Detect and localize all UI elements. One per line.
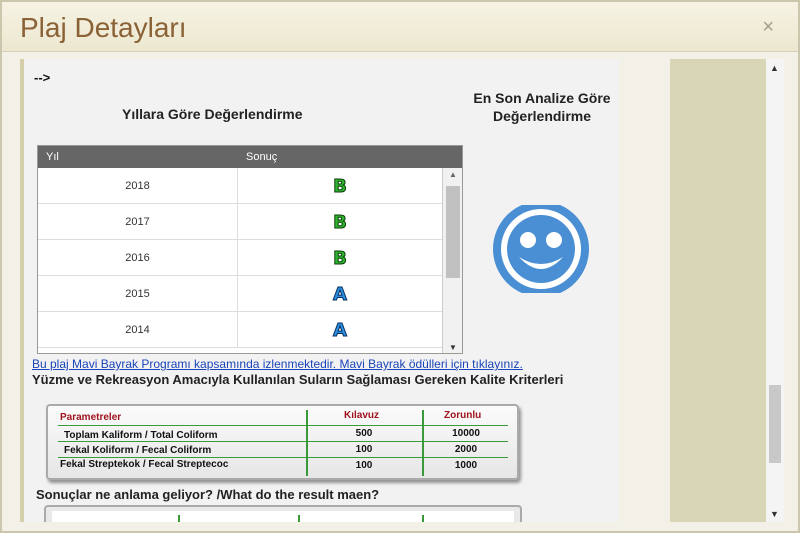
close-icon[interactable]: × bbox=[762, 16, 774, 39]
scroll-down-icon[interactable]: ▼ bbox=[449, 343, 457, 352]
column-header-result: Sonuç bbox=[246, 151, 278, 163]
criteria-title: Yüzme ve Rekreasyon Amacıyla Kullanılan … bbox=[32, 372, 564, 387]
plaj-details-dialog: Plaj Detayları × --> Yıllara Göre Değerl… bbox=[0, 0, 800, 533]
stray-arrow-text: --> bbox=[34, 70, 51, 85]
criteria-header-mandatory: Zorunlu bbox=[444, 410, 482, 421]
table-row: 2016 B bbox=[38, 240, 442, 276]
divider bbox=[422, 410, 424, 476]
criteria-header-parameters: Parametreler bbox=[60, 412, 122, 423]
table-row: 2017 B bbox=[38, 204, 442, 240]
side-panel bbox=[670, 59, 766, 522]
scroll-down-icon[interactable]: ▼ bbox=[770, 509, 779, 519]
yearly-evaluation-heading: Yıllara Göre Değerlendirme bbox=[122, 106, 303, 122]
criteria-mandatory-value: 10000 bbox=[452, 428, 480, 439]
grade-b-icon: B bbox=[333, 175, 348, 197]
results-meaning-box bbox=[44, 505, 522, 522]
dialog-scrollbar[interactable]: ▲ ▼ bbox=[766, 59, 784, 522]
divider bbox=[58, 457, 508, 458]
divider bbox=[58, 425, 508, 426]
dialog-scroll-thumb[interactable] bbox=[769, 385, 781, 463]
criteria-guide-value: 100 bbox=[355, 444, 373, 455]
table-row: 2018 B bbox=[38, 168, 442, 204]
criteria-header-guide: Kılavuz bbox=[344, 410, 380, 421]
grade-b-icon: B bbox=[333, 247, 348, 269]
grade-b-icon: B bbox=[333, 211, 348, 233]
column-header-year: Yıl bbox=[46, 151, 59, 163]
divider bbox=[306, 410, 308, 476]
table-scrollbar[interactable]: ▲ ▼ bbox=[442, 168, 462, 353]
year-cell: 2015 bbox=[38, 276, 238, 312]
criteria-row-label: Fekal Streptekok / Fecal Streptecoc bbox=[60, 459, 229, 470]
divider bbox=[58, 441, 508, 442]
criteria-guide-value: 100 bbox=[355, 460, 373, 471]
criteria-row-label: Fekal Koliform / Fecal Coliform bbox=[64, 445, 212, 456]
grade-a-icon: A bbox=[333, 283, 348, 305]
criteria-guide-value: 500 bbox=[355, 428, 373, 439]
divider bbox=[178, 515, 180, 522]
year-cell: 2016 bbox=[38, 240, 238, 276]
grade-a-icon: A bbox=[333, 319, 348, 341]
scroll-up-icon[interactable]: ▲ bbox=[770, 63, 779, 73]
criteria-mandatory-value: 2000 bbox=[454, 444, 478, 455]
divider bbox=[422, 515, 424, 522]
year-cell: 2017 bbox=[38, 204, 238, 240]
content-frame: --> Yıllara Göre Değerlendirme En Son An… bbox=[20, 59, 619, 522]
criteria-mandatory-value: 1000 bbox=[454, 460, 478, 471]
blue-flag-link[interactable]: Bu plaj Mavi Bayrak Programı kapsamında … bbox=[32, 357, 523, 371]
smiley-face-icon bbox=[487, 201, 595, 298]
year-cell: 2014 bbox=[38, 312, 238, 348]
table-row: 2014 A bbox=[38, 312, 442, 348]
criteria-table: Parametreler Kılavuz Zorunlu Toplam Kali… bbox=[46, 404, 519, 480]
years-table: Yıl Sonuç 2018 B 2017 B 2016 B 2015 A 20… bbox=[37, 145, 463, 354]
dialog-title: Plaj Detayları bbox=[20, 12, 187, 43]
results-meaning-title: Sonuçlar ne anlama geliyor? /What do the… bbox=[36, 487, 380, 502]
criteria-row-label: Toplam Kaliform / Total Coliform bbox=[64, 430, 218, 441]
year-cell: 2018 bbox=[38, 168, 238, 204]
scroll-up-icon[interactable]: ▲ bbox=[449, 170, 457, 179]
years-table-header: Yıl Sonuç bbox=[38, 146, 462, 168]
table-scroll-thumb[interactable] bbox=[446, 186, 460, 278]
dialog-titlebar: Plaj Detayları × bbox=[2, 2, 798, 52]
table-row: 2015 A bbox=[38, 276, 442, 312]
latest-analysis-heading: En Son Analize Göre Değerlendirme bbox=[473, 90, 611, 124]
divider bbox=[298, 515, 300, 522]
